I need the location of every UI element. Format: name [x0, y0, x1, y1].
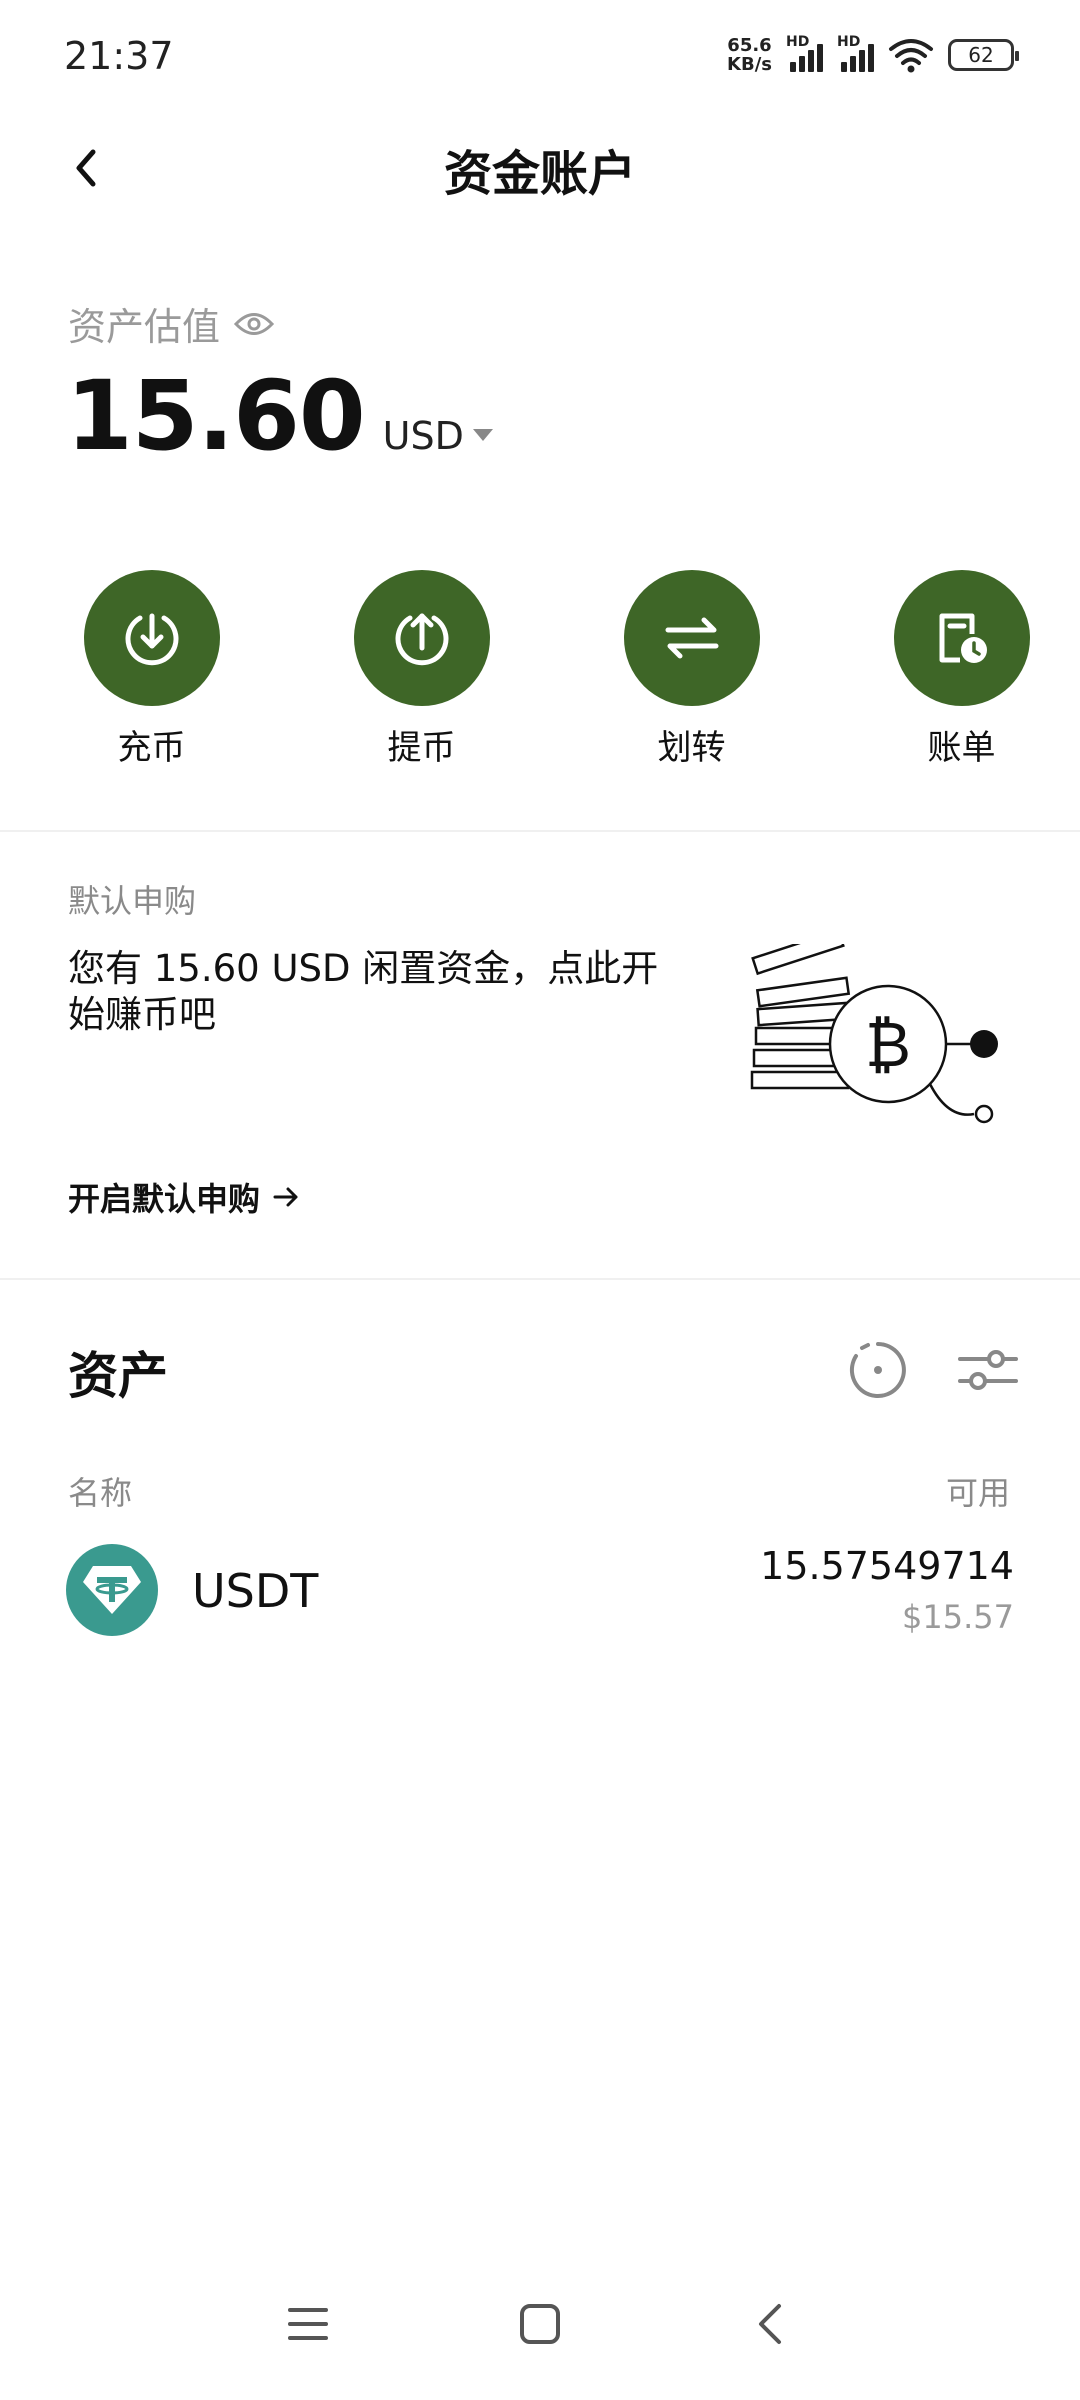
column-header-name: 名称	[68, 1474, 133, 1512]
bill-button[interactable]: 账单	[843, 570, 1080, 769]
filter-settings-icon[interactable]	[958, 1345, 1018, 1395]
battery-level: 62	[968, 43, 994, 67]
system-nav-bar	[0, 2270, 1080, 2400]
caret-down-icon	[472, 429, 493, 441]
deposit-icon	[125, 613, 178, 666]
balance-value: 15.60	[66, 360, 366, 472]
asset-row[interactable]: USDT 15.57549714 $15.57	[66, 1544, 1014, 1644]
action-buttons: 充币 提币 划转 账单	[0, 570, 1080, 769]
pie-chart-icon[interactable]	[848, 1340, 908, 1400]
transfer-icon	[665, 617, 718, 659]
withdraw-icon	[395, 613, 448, 666]
divider	[0, 830, 1080, 832]
svg-text:₿: ₿	[865, 1008, 911, 1081]
deposit-circle	[83, 570, 220, 706]
arrow-right-icon	[273, 1187, 298, 1207]
withdraw-button[interactable]: 提币	[303, 570, 540, 769]
wifi-icon	[889, 39, 933, 73]
header: 资金账户	[0, 120, 1080, 216]
column-header-available: 可用	[945, 1474, 1010, 1512]
bill-icon	[939, 613, 987, 663]
promo-text: 您有 15.60 USD 闲置资金，点此开始赚币吧	[68, 947, 659, 1036]
balance-label-row: 资产估值	[68, 296, 275, 351]
signal-hd-label-2: HD	[837, 34, 861, 50]
transfer-button[interactable]: 划转	[573, 570, 810, 769]
network-speed: 65.6 KB/s	[727, 36, 772, 74]
eye-icon[interactable]	[234, 311, 275, 337]
deposit-button[interactable]: 充币	[33, 570, 270, 769]
withdraw-circle	[353, 570, 490, 706]
signal-hd-label: HD	[786, 34, 810, 50]
transfer-label: 划转	[657, 728, 726, 768]
assets-tools	[848, 1340, 1018, 1400]
balance-label: 资产估值	[68, 305, 221, 349]
enable-auto-subscribe-link[interactable]: 开启默认申购	[68, 1174, 300, 1220]
transfer-circle	[623, 570, 760, 706]
bill-circle	[893, 570, 1030, 706]
menu-button[interactable]	[268, 2294, 348, 2354]
bill-label: 账单	[927, 728, 996, 768]
status-indicators: 65.6 KB/s HD HD 62	[727, 34, 1019, 74]
divider	[0, 1278, 1080, 1280]
currency-label: USD	[382, 414, 464, 458]
promo-tag: 默认申购	[68, 882, 197, 920]
assets-title: 资产	[68, 1347, 168, 1405]
home-button[interactable]	[500, 2294, 580, 2354]
deposit-label: 充币	[117, 728, 186, 768]
back-triangle-icon	[759, 2304, 781, 2344]
nav-back-button[interactable]	[730, 2294, 810, 2354]
home-square-icon	[520, 2304, 560, 2344]
battery-icon: 62	[948, 39, 1019, 71]
asset-usd-value: $15.57	[902, 1598, 1014, 1636]
menu-icon	[288, 2308, 328, 2340]
network-speed-value: 65.6	[727, 35, 772, 56]
status-bar: 21:37 65.6 KB/s HD HD 62	[0, 0, 1080, 120]
currency-selector[interactable]: USD	[383, 414, 493, 458]
network-speed-unit: KB/s	[727, 54, 772, 75]
page-title: 资金账户	[443, 146, 636, 202]
tether-icon	[66, 1544, 158, 1636]
withdraw-label: 提币	[387, 728, 456, 768]
bitcoin-illustration-icon: ₿	[750, 944, 998, 1124]
status-time: 21:37	[64, 34, 174, 78]
balance-row: 15.60 USD	[66, 360, 493, 472]
asset-amount: 15.57549714	[760, 1544, 1014, 1588]
asset-symbol: USDT	[192, 1564, 319, 1618]
signal-icon: HD	[786, 34, 823, 72]
promo-link-label: 开启默认申购	[68, 1180, 261, 1218]
signal-icon-2: HD	[837, 34, 874, 72]
